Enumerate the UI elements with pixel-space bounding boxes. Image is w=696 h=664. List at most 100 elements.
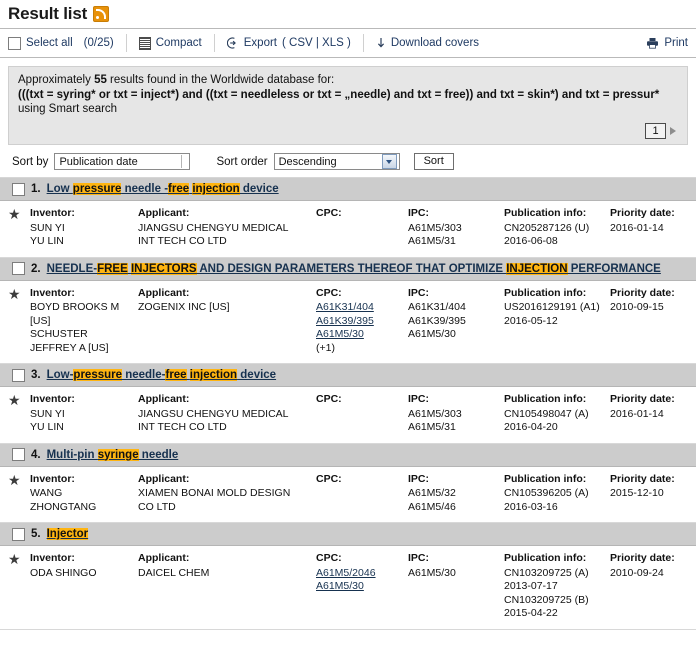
applicant-column: Applicant: DAICEL CHEM bbox=[138, 552, 316, 621]
applicant-column-value: JIANGSU CHENGYU MEDICAL bbox=[138, 221, 289, 234]
result-title-link[interactable]: Low pressure needle -free injection devi… bbox=[47, 183, 279, 195]
toolbar-divider-3 bbox=[362, 34, 364, 52]
compact-button[interactable]: Compact bbox=[138, 36, 202, 50]
result-checkbox[interactable] bbox=[12, 182, 25, 196]
inventor-column-header: Inventor: bbox=[30, 552, 75, 564]
highlighted-term: injection bbox=[192, 183, 240, 195]
cpc-column-value[interactable]: A61M5/30 bbox=[316, 328, 408, 342]
result-title-link[interactable]: Multi-pin syringe needle bbox=[46, 448, 179, 461]
star-icon[interactable]: ★ bbox=[8, 473, 30, 515]
publication-column-value: CN105498047 (A) bbox=[504, 407, 589, 420]
priority-column-value: 2015-12-10 bbox=[610, 487, 664, 499]
result-title-link[interactable]: Injector bbox=[46, 528, 89, 540]
cpc-column-code-link[interactable]: A61K39/395 bbox=[316, 315, 374, 327]
inventor-column: Inventor: WANG ZHONGTANG bbox=[30, 473, 138, 515]
cpc-column-value[interactable]: A61M5/30 bbox=[316, 580, 408, 594]
result-title-row[interactable]: 2. NEEDLE-FREE INJECTORS AND DESIGN PARAM… bbox=[0, 257, 696, 281]
highlighted-term: FREE bbox=[97, 262, 128, 275]
highlighted-term: free bbox=[165, 369, 187, 381]
publication-column-value: 2013-07-17 bbox=[504, 580, 558, 592]
select-all-control[interactable]: Select all (0/25) bbox=[8, 36, 114, 50]
cpc-column-value[interactable]: A61M5/2046 bbox=[316, 567, 408, 581]
publication-column-header: Publication info: bbox=[504, 393, 587, 405]
title-text: needle bbox=[138, 448, 179, 461]
inventor-column-value: WANG bbox=[30, 487, 63, 499]
publication-column-value: CN103209725 (B) bbox=[504, 593, 589, 606]
chevron-down-icon[interactable] bbox=[381, 154, 397, 169]
applicant-column-header: Applicant: bbox=[138, 207, 190, 219]
priority-column-value: 2016-01-14 bbox=[610, 221, 664, 234]
result-title-link[interactable]: Low-pressure needle-free injection devic… bbox=[47, 369, 276, 381]
publication-column-value: 2015-04-22 bbox=[504, 607, 558, 619]
result-title-row[interactable]: 4. Multi-pin syringe needle bbox=[0, 443, 696, 467]
result-number: 1. bbox=[31, 183, 41, 195]
cpc-column-code-link[interactable]: A61M5/30 bbox=[316, 328, 364, 340]
priority-column: Priority date: 2015-12-10 bbox=[610, 473, 675, 515]
cpc-column: CPC: A61M5/2046 A61M5/30 bbox=[316, 552, 408, 621]
results-summary: Approximately 55 results found in the Wo… bbox=[18, 74, 678, 86]
page-number-current[interactable]: 1 bbox=[645, 123, 666, 139]
inventor-column-value: SUN YI bbox=[30, 221, 65, 234]
title-text: PERFORMANCE bbox=[567, 262, 661, 275]
result-title-row[interactable]: 3. Low-pressure needle-free injection dev… bbox=[0, 364, 696, 387]
select-all-label: Select all bbox=[26, 37, 73, 49]
applicant-column-value: ZOGENIX INC [US] bbox=[138, 301, 230, 313]
applicant-column: Applicant: JIANGSU CHENGYU MEDICAL INT TEC… bbox=[138, 393, 316, 435]
publication-column-value: 2016-05-12 bbox=[504, 314, 558, 327]
ipc-column-value: A61K31/404 bbox=[408, 301, 466, 313]
cpc-column-code-link[interactable]: A61K31/404 bbox=[316, 301, 374, 313]
star-icon[interactable]: ★ bbox=[8, 207, 30, 249]
select-all-checkbox[interactable] bbox=[8, 36, 21, 50]
star-icon[interactable]: ★ bbox=[8, 552, 30, 621]
publication-column: Publication info: US2016129191 (A1) 2016-0… bbox=[504, 287, 610, 356]
result-checkbox[interactable] bbox=[12, 262, 25, 275]
priority-column-header: Priority date: bbox=[610, 552, 675, 564]
title-text: Multi-pin bbox=[46, 448, 98, 461]
cpc-column-value[interactable]: A61K39/395 bbox=[316, 315, 408, 329]
inventor-column-value: YU LIN bbox=[30, 235, 64, 247]
print-button[interactable]: Print bbox=[646, 37, 688, 49]
cpc-column-header: CPC: bbox=[316, 472, 342, 485]
export-button[interactable]: Export ( CSV | XLS ) bbox=[226, 37, 351, 49]
result-title-row[interactable]: 5. Injector bbox=[0, 523, 696, 546]
ipc-column-header: IPC: bbox=[408, 286, 429, 299]
next-page-arrow-icon[interactable] bbox=[670, 127, 676, 135]
sort-by-select[interactable]: Publication date bbox=[54, 153, 191, 170]
result-details-row: ★ Inventor: SUN YI YU LIN Applicant: JIANGSU … bbox=[0, 387, 696, 444]
download-covers-button[interactable]: Download covers bbox=[376, 37, 479, 49]
cpc-column-code-link[interactable]: A61M5/2046 bbox=[316, 567, 376, 579]
star-icon[interactable]: ★ bbox=[8, 287, 30, 356]
rss-feed-icon[interactable] bbox=[93, 6, 110, 22]
sort-order-select[interactable]: Descending bbox=[273, 153, 400, 170]
result-checkbox[interactable] bbox=[12, 368, 25, 382]
inventor-column-value: SCHUSTER bbox=[30, 328, 88, 340]
sort-by-select-grip bbox=[181, 155, 187, 168]
result-checkbox[interactable] bbox=[12, 527, 25, 541]
query-info-box: Approximately 55 results found in the Wo… bbox=[8, 66, 688, 145]
compact-lines-icon bbox=[138, 36, 151, 50]
cpc-column-code-link[interactable]: A61M5/30 bbox=[316, 580, 364, 592]
sort-button[interactable]: Sort bbox=[413, 153, 454, 170]
export-formats[interactable]: ( CSV | XLS ) bbox=[282, 37, 351, 49]
priority-column-header: Priority date: bbox=[610, 207, 675, 219]
cpc-column: CPC: A61K31/404 A61K39/395 A61M5/30 (+1) bbox=[316, 287, 408, 356]
cpc-column-value[interactable]: A61K31/404 bbox=[316, 301, 408, 315]
results-toolbar: Select all (0/25) Compact Export ( CSV |… bbox=[0, 29, 696, 58]
applicant-column-value: INT TECH CO LTD bbox=[138, 235, 227, 247]
cpc-column-header: CPC: bbox=[316, 393, 342, 405]
highlighted-term: injection bbox=[189, 369, 238, 381]
star-icon[interactable]: ★ bbox=[8, 393, 30, 435]
publication-column: Publication info: CN105498047 (A) 2016-04-… bbox=[504, 393, 610, 435]
sort-by-label: Sort by bbox=[12, 155, 49, 168]
inventor-column-value: ODA SHINGO bbox=[30, 566, 97, 579]
result-title-row[interactable]: 1. Low pressure needle -free injection de… bbox=[0, 178, 696, 201]
ipc-column-value: A61M5/46 bbox=[408, 500, 456, 513]
inventor-column-value: YU LIN bbox=[30, 421, 64, 433]
result-checkbox[interactable] bbox=[12, 448, 25, 461]
applicant-column-header: Applicant: bbox=[138, 393, 190, 405]
ipc-column-value: A61K39/395 bbox=[408, 314, 466, 327]
inventor-column-value: ZHONGTANG bbox=[30, 500, 97, 513]
result-title-link[interactable]: NEEDLE-FREE INJECTORS AND DESIGN PARAMET… bbox=[47, 262, 661, 275]
priority-column: Priority date: 2016-01-14 bbox=[610, 207, 675, 249]
applicant-column-value: JIANGSU CHENGYU MEDICAL bbox=[138, 407, 289, 420]
